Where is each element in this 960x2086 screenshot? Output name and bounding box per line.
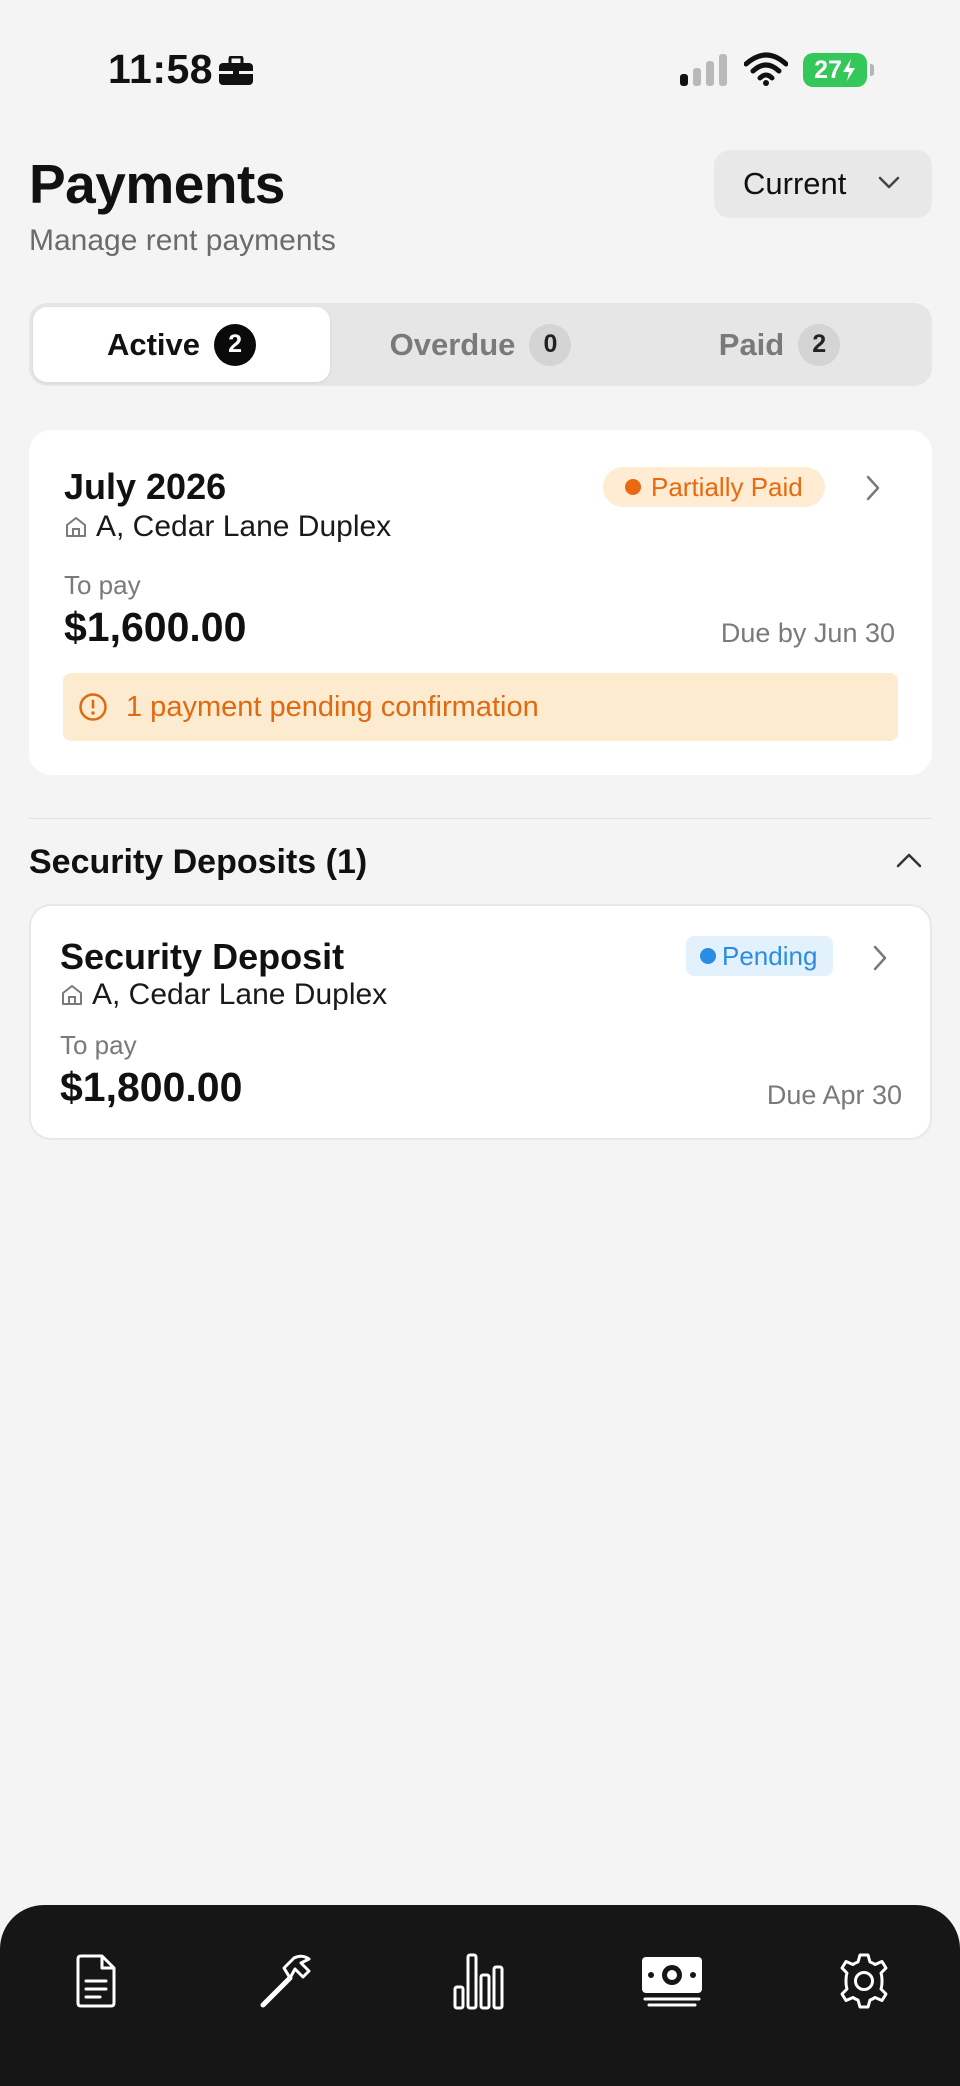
bottom-nav [0, 1905, 960, 2086]
chevron-right-icon[interactable] [872, 944, 888, 972]
tab-label: Overdue [389, 326, 516, 362]
property-label: A, Cedar Lane Duplex [92, 978, 388, 1011]
status-bar: 11:58 27 [0, 0, 960, 140]
tab-active[interactable]: Active 2 [33, 307, 330, 382]
page-subtitle: Manage rent payments [29, 224, 336, 257]
status-dot [625, 479, 641, 495]
nav-settings[interactable] [828, 1945, 900, 2017]
to-pay-label: To pay [64, 570, 141, 600]
document-icon [76, 1954, 116, 2008]
gear-icon [840, 1953, 888, 2009]
deposit-title: Security Deposit [60, 936, 345, 977]
tab-count-badge: 0 [529, 323, 572, 366]
due-date: Due Apr 30 [766, 1080, 902, 1110]
chevron-down-icon [878, 176, 900, 189]
nav-payments[interactable] [636, 1945, 708, 2017]
hammer-icon [260, 1954, 311, 2008]
house-icon [62, 985, 82, 1005]
property-name: A, Cedar Lane Duplex [64, 510, 391, 544]
money-icon [642, 1957, 702, 2007]
section-divider [29, 818, 932, 819]
status-dot [700, 948, 716, 964]
battery-icon: 27 [803, 53, 874, 87]
tab-label: Paid [718, 326, 785, 362]
status-tabs: Active 2 Overdue 0 Paid 2 [29, 303, 932, 386]
property-label: A, Cedar Lane Duplex [96, 510, 392, 543]
bar-chart-icon [453, 1953, 504, 2010]
pending-confirmation-notice: 1 payment pending confirmation [63, 673, 898, 741]
tab-count-badge: 2 [214, 323, 257, 366]
charging-bolt-icon [842, 59, 855, 81]
status-badge: Partially Paid [603, 467, 825, 507]
tab-count-badge: 2 [798, 323, 841, 366]
notice-text: 1 payment pending confirmation [126, 690, 539, 723]
period-select-value: Current [743, 166, 847, 201]
tab-paid[interactable]: Paid 2 [631, 307, 928, 382]
alert-circle-icon [79, 693, 107, 721]
property-name: A, Cedar Lane Duplex [60, 978, 387, 1012]
amount-due: $1,600.00 [64, 604, 247, 650]
due-date: Due by Jun 30 [720, 618, 895, 648]
amount-due: $1,800.00 [60, 1064, 243, 1110]
security-deposits-heading: Security Deposits (1) [29, 843, 368, 881]
tab-overdue[interactable]: Overdue 0 [330, 307, 631, 382]
status-time: 11:58 [108, 46, 214, 92]
chevron-up-icon[interactable] [896, 852, 922, 868]
nav-reports[interactable] [443, 1945, 515, 2017]
chevron-right-icon[interactable] [865, 474, 881, 502]
nav-documents[interactable] [60, 1945, 132, 2017]
security-deposit-card[interactable]: Security Deposit Pending A, Cedar Lane D… [29, 904, 932, 1140]
payment-period-title: July 2026 [64, 466, 227, 507]
nav-maintenance[interactable] [251, 1945, 323, 2017]
status-badge-label: Partially Paid [651, 471, 803, 502]
period-select[interactable]: Current [714, 150, 932, 218]
to-pay-label: To pay [60, 1030, 137, 1060]
tab-label: Active [106, 326, 201, 362]
briefcase-icon [219, 56, 253, 85]
cellular-signal-icon [680, 52, 727, 86]
rent-payment-card[interactable]: July 2026 Partially Paid A, Cedar Lane D… [29, 430, 932, 775]
status-badge-label: Pending [722, 940, 818, 971]
house-icon [66, 517, 86, 537]
wifi-icon [744, 52, 788, 86]
page-title: Payments [29, 153, 285, 215]
status-badge: Pending [686, 936, 834, 976]
battery-level: 27 [814, 55, 842, 84]
